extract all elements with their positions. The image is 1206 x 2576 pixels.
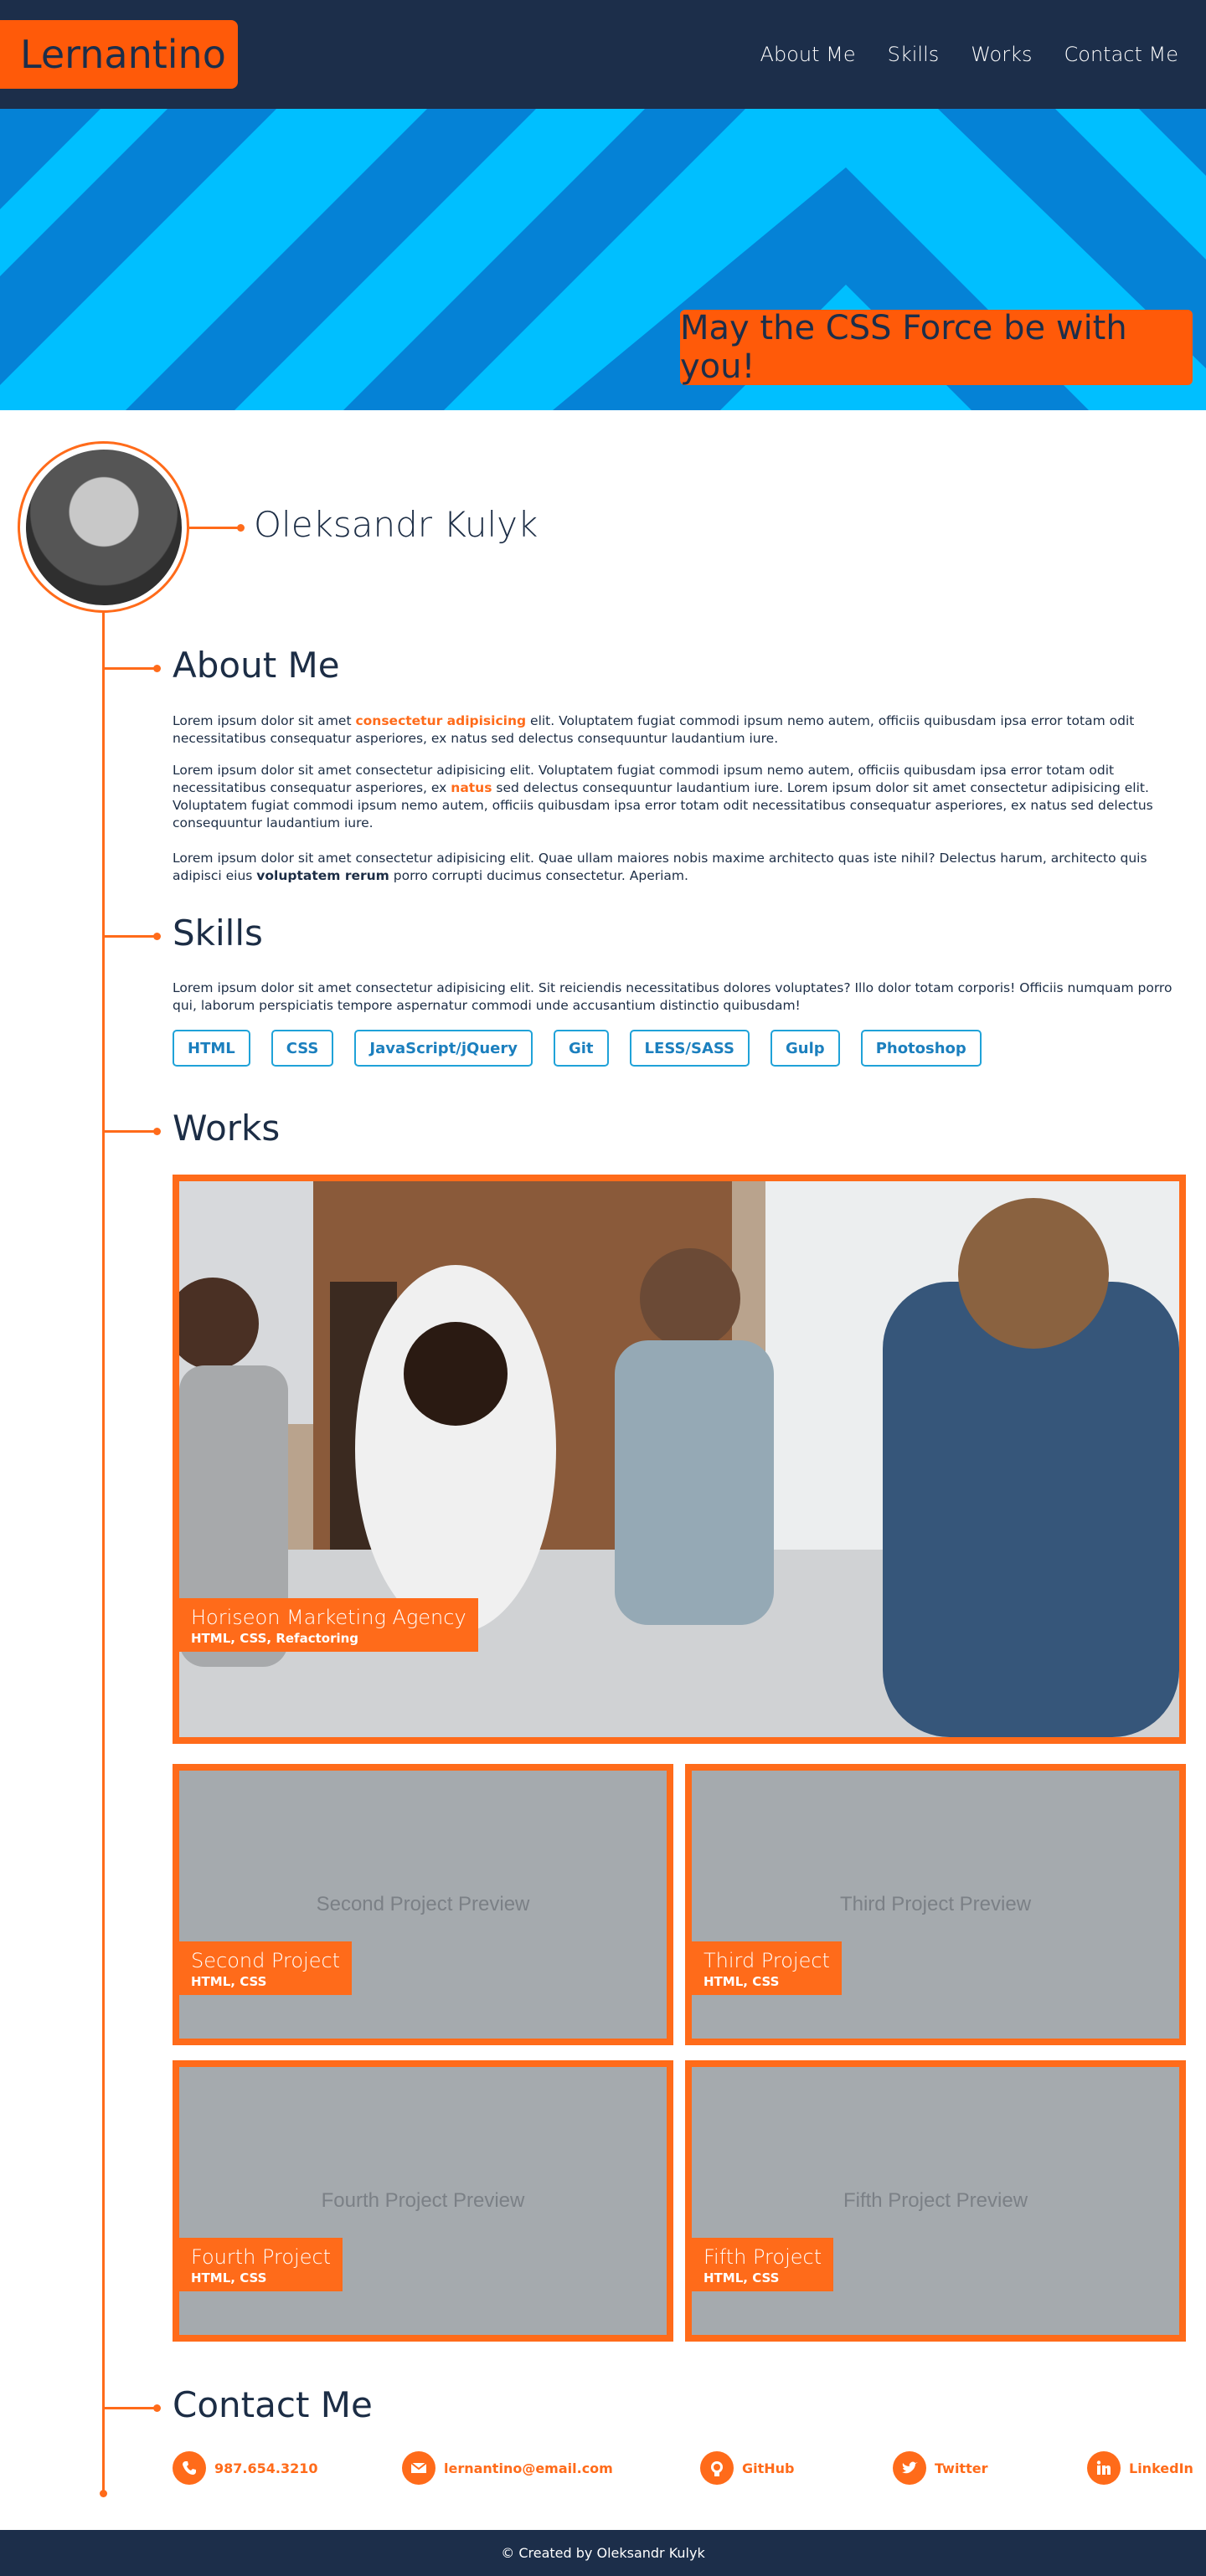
works-dot — [153, 1128, 161, 1135]
skill-photoshop: Photoshop — [860, 1030, 982, 1067]
profile-name: Oleksandr Kulyk — [254, 504, 539, 545]
about-paragraph-2: Lorem ipsum dolor sit amet consectetur a… — [173, 763, 1153, 830]
work-card-4[interactable]: Fourth Project Preview Fourth Project HT… — [173, 2060, 673, 2342]
main-content: Oleksandr Kulyk About Me Lorem ipsum dol… — [0, 410, 1206, 2530]
site-logo[interactable]: Lernantino — [0, 20, 238, 89]
work-title: Fifth Project — [704, 2245, 822, 2269]
contact-email-label: lernantino@email.com — [444, 2460, 613, 2476]
site-header: Lernantino About Me Skills Works Contact… — [0, 0, 1206, 109]
about-paragraph-1: Lorem ipsum dolor sit amet consectetur a… — [173, 713, 1135, 746]
nav-about[interactable]: About Me — [760, 43, 856, 66]
work-stack: HTML, CSS — [704, 2270, 780, 2285]
contact-twitter[interactable]: Twitter — [893, 2451, 987, 2485]
work-card-5[interactable]: Fifth Project Preview Fifth Project HTML… — [685, 2060, 1186, 2342]
name-connector — [189, 527, 241, 529]
contact-phone-label: 987.654.3210 — [214, 2460, 318, 2476]
github-icon — [700, 2451, 734, 2485]
work-card-3[interactable]: Third Project Preview Third Project HTML… — [685, 1764, 1186, 2045]
work-caption-featured: Horiseon Marketing Agency HTML, CSS, Ref… — [179, 1598, 478, 1652]
timeline-end-dot — [100, 2490, 107, 2497]
contact-linkedin[interactable]: LinkedIn — [1087, 2451, 1193, 2485]
avatar — [25, 449, 182, 605]
contact-linkedin-label: LinkedIn — [1129, 2460, 1193, 2476]
contact-phone[interactable]: 987.654.3210 — [173, 2451, 317, 2485]
about-highlight-2: natus — [451, 780, 492, 795]
work-caption: Third Project HTML, CSS — [692, 1941, 842, 1995]
skill-less-sass: LESS/SASS — [629, 1030, 750, 1067]
work-card-2[interactable]: Second Project Preview Second Project HT… — [173, 1764, 673, 2045]
email-icon — [402, 2451, 436, 2485]
work-preview-label: Second Project Preview — [316, 1893, 530, 1915]
work-preview-label: Fifth Project Preview — [843, 2189, 1028, 2212]
work-stack: HTML, CSS — [191, 2270, 267, 2285]
skills-title: Skills — [173, 913, 263, 954]
contact-email[interactable]: lernantino@email.com — [402, 2451, 613, 2485]
hero-tagline: May the CSS Force be with you! — [680, 309, 1193, 386]
work-stack: HTML, CSS — [704, 1974, 780, 1989]
work-caption: Second Project HTML, CSS — [179, 1941, 353, 1995]
work-preview-label: Fourth Project Preview — [321, 2189, 525, 2212]
work-caption: Fifth Project HTML, CSS — [692, 2238, 834, 2291]
nav-skills[interactable]: Skills — [888, 43, 940, 66]
about-paragraph-3: Lorem ipsum dolor sit amet consectetur a… — [173, 851, 1147, 883]
work-title: Fourth Project — [191, 2245, 332, 2269]
contact-github-label: GitHub — [742, 2460, 795, 2476]
works-title: Works — [173, 1108, 281, 1149]
about-highlight-1: consectetur adipisicing — [355, 713, 527, 728]
skill-git: Git — [553, 1030, 609, 1067]
main-nav: About Me Skills Works Contact Me — [760, 0, 1178, 109]
phone-icon — [173, 2451, 206, 2485]
linkedin-icon — [1087, 2451, 1121, 2485]
contact-list: 987.654.3210 lernantino@email.com GitHub… — [173, 2451, 1193, 2488]
about-dot — [153, 665, 161, 672]
work-title: Second Project — [191, 1949, 341, 1972]
site-footer: © Created by Oleksandr Kulyk — [0, 2530, 1206, 2576]
skill-javascript: JavaScript/jQuery — [354, 1030, 533, 1067]
contact-github[interactable]: GitHub — [700, 2451, 795, 2485]
work-caption: Fourth Project HTML, CSS — [179, 2238, 343, 2291]
work-stack: HTML, CSS — [191, 1974, 267, 1989]
footer-text: © Created by Oleksandr Kulyk — [501, 2545, 705, 2561]
contact-title: Contact Me — [173, 2384, 373, 2425]
about-connector — [102, 667, 157, 670]
nav-works[interactable]: Works — [971, 43, 1032, 66]
skills-list: HTML CSS JavaScript/jQuery Git LESS/SASS… — [173, 1030, 982, 1067]
featured-work-image — [179, 1181, 1179, 1737]
work-stack: HTML, CSS, Refactoring — [191, 1631, 359, 1646]
works-connector — [102, 1130, 157, 1133]
skill-css: CSS — [271, 1030, 334, 1067]
twitter-icon — [893, 2451, 926, 2485]
nav-contact[interactable]: Contact Me — [1064, 43, 1178, 66]
contact-twitter-label: Twitter — [935, 2460, 988, 2476]
about-bold: voluptatem rerum — [256, 868, 389, 883]
profile-avatar-frame — [18, 441, 189, 613]
contact-dot — [153, 2404, 161, 2412]
skills-text: Lorem ipsum dolor sit amet consectetur a… — [173, 980, 1172, 1013]
skill-gulp: Gulp — [770, 1030, 840, 1067]
work-title: Third Project — [704, 1949, 830, 1972]
skill-html: HTML — [173, 1030, 250, 1067]
skills-connector — [102, 935, 157, 938]
work-card-featured[interactable]: Horiseon Marketing Agency HTML, CSS, Ref… — [173, 1175, 1186, 1744]
timeline-line — [102, 611, 105, 2495]
contact-connector — [102, 2407, 157, 2409]
work-preview-label: Third Project Preview — [839, 1893, 1032, 1915]
skills-dot — [153, 933, 161, 940]
name-dot — [237, 524, 245, 532]
work-title: Horiseon Marketing Agency — [191, 1606, 466, 1629]
about-title: About Me — [173, 645, 340, 686]
hero-banner: May the CSS Force be with you! — [0, 109, 1206, 410]
